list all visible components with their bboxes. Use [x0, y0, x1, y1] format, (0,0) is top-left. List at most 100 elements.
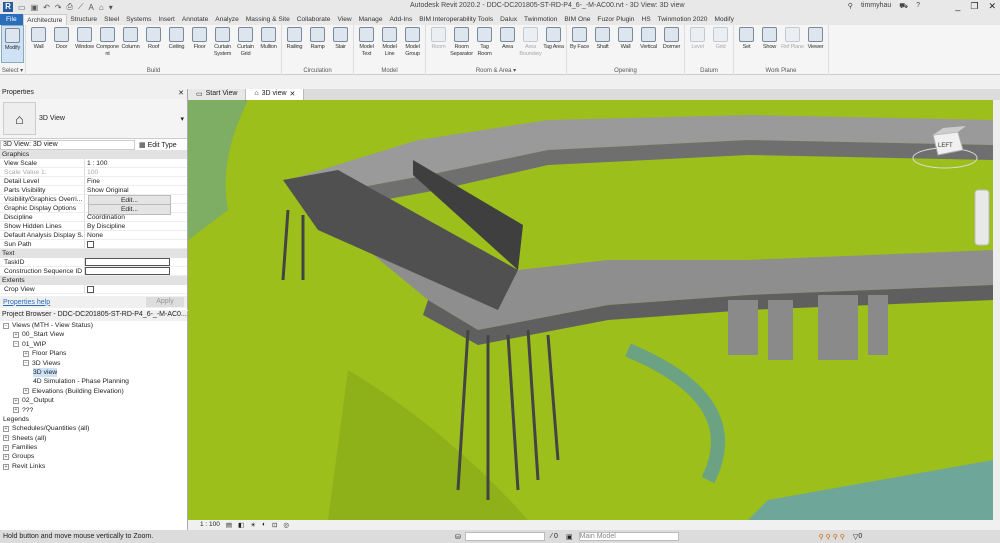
tree-item[interactable]: + Families: [0, 443, 187, 452]
crop-view-icon[interactable]: ⊡: [272, 521, 277, 529]
tab-steel[interactable]: Steel: [101, 14, 123, 25]
property-value[interactable]: Show Original: [85, 186, 170, 194]
close-icon[interactable]: ✕: [178, 89, 184, 99]
tab-file[interactable]: File: [0, 14, 23, 25]
edit-type-button[interactable]: ▦ Edit Type: [139, 141, 177, 149]
3d-view-icon[interactable]: ⌂: [99, 3, 104, 12]
tab-systems[interactable]: Systems: [123, 14, 155, 25]
tab-structure[interactable]: Structure: [67, 14, 101, 25]
workset-dropdown[interactable]: [464, 532, 545, 541]
detail-level-icon[interactable]: ▤: [226, 521, 232, 529]
property-value[interactable]: By Discipline: [85, 222, 170, 230]
property-value[interactable]: Coordination: [85, 213, 170, 221]
property-value[interactable]: [85, 285, 170, 293]
panel-label[interactable]: Room & Area ▾: [426, 67, 566, 74]
tree-item[interactable]: + Groups: [0, 452, 187, 461]
viewport-scrollbar[interactable]: [993, 100, 1000, 520]
print-icon[interactable]: ⎙: [67, 2, 73, 12]
expand-icon[interactable]: +: [3, 425, 9, 432]
tab-fuzor-plugin[interactable]: Fuzor Plugin: [594, 14, 638, 25]
expand-icon[interactable]: +: [13, 332, 19, 339]
tab-annotate[interactable]: Annotate: [178, 14, 211, 25]
sun-path-icon[interactable]: ☀: [250, 521, 256, 529]
collapse-icon[interactable]: −: [3, 322, 9, 329]
design-option-dropdown[interactable]: Main Model: [578, 532, 679, 541]
design-options-icon[interactable]: ▣: [566, 533, 573, 541]
tree-item[interactable]: − Views (MTH - View Status): [0, 321, 187, 330]
property-value[interactable]: [85, 267, 170, 275]
tab-manage[interactable]: Manage: [355, 14, 386, 25]
tab-twinmotion-2020[interactable]: Twinmotion 2020: [654, 14, 711, 25]
tab-insert[interactable]: Insert: [155, 14, 179, 25]
tree-item[interactable]: +00_Start View: [0, 330, 187, 339]
filter-icon[interactable]: ⁄: [551, 533, 552, 540]
restore-button[interactable]: ❐: [970, 1, 978, 12]
minimize-button[interactable]: _: [955, 1, 960, 12]
expand-icon[interactable]: +: [3, 454, 9, 461]
tree-item[interactable]: Legends: [0, 415, 187, 424]
modify-button[interactable]: Modify: [1, 25, 24, 63]
shadows-icon[interactable]: ◐: [262, 521, 266, 528]
tree-item[interactable]: −3D Views: [0, 359, 187, 368]
open-icon[interactable]: ▭: [18, 3, 26, 12]
close-icon[interactable]: ✕: [290, 90, 296, 99]
tree-item[interactable]: −01_WIP: [0, 340, 187, 349]
save-icon[interactable]: ▣: [31, 3, 39, 12]
info-icon[interactable]: ⚲: [848, 2, 853, 11]
tab-dalux[interactable]: Dalux: [497, 14, 521, 25]
collapse-icon[interactable]: −: [23, 360, 29, 367]
panel-label[interactable]: Select ▾: [0, 67, 25, 74]
tab-bim-one[interactable]: BIM One: [561, 14, 594, 25]
tree-item[interactable]: +02_Output: [0, 396, 187, 405]
property-value[interactable]: [85, 240, 170, 248]
tree-item[interactable]: 4D Simulation - Phase Planning: [0, 377, 187, 386]
customize-icon[interactable]: ▾: [109, 3, 113, 12]
group-graphics[interactable]: Graphics: [0, 150, 187, 159]
viewcube-face-label[interactable]: LEFT: [938, 143, 953, 149]
chevron-down-icon[interactable]: ▾: [180, 115, 184, 123]
tab-hs[interactable]: HS: [638, 14, 654, 25]
property-value[interactable]: Edit...: [85, 195, 171, 206]
properties-help-link[interactable]: Properties help: [3, 299, 50, 306]
help-icon[interactable]: ?: [916, 2, 920, 11]
tree-item[interactable]: +???: [0, 406, 187, 415]
tree-item[interactable]: + Floor Plans: [0, 349, 187, 358]
selection-icons[interactable]: ⚲ ⚲ ⚲ ⚲: [819, 533, 845, 541]
checkbox[interactable]: [87, 286, 94, 293]
property-value[interactable]: 1 : 100: [85, 159, 170, 167]
property-value[interactable]: Fine: [85, 177, 170, 185]
tab-collaborate[interactable]: Collaborate: [293, 14, 334, 25]
visual-style-icon[interactable]: ◧: [238, 521, 244, 529]
tab-modify[interactable]: Modify: [711, 14, 737, 25]
tab-twinmotion[interactable]: Twinmotion: [521, 14, 561, 25]
tree-item[interactable]: 3D view: [0, 367, 187, 378]
tab-massing-site[interactable]: Massing & Site: [242, 14, 293, 25]
navigation-bar[interactable]: [974, 189, 990, 246]
property-value[interactable]: None: [85, 231, 170, 239]
group-text[interactable]: Text: [0, 249, 187, 258]
tree-item[interactable]: + Sheets (all): [0, 434, 187, 443]
worksets-icon[interactable]: ⛁: [455, 533, 461, 541]
tree-item[interactable]: + Elevations (Building Elevation): [0, 387, 187, 396]
undo-icon[interactable]: ↶: [43, 3, 50, 12]
expand-icon[interactable]: +: [13, 407, 19, 414]
tab-architecture[interactable]: Architecture: [22, 14, 67, 25]
revit-logo[interactable]: R: [3, 2, 13, 12]
cart-icon[interactable]: ⛟: [899, 2, 908, 11]
expand-icon[interactable]: +: [23, 388, 29, 395]
expand-icon[interactable]: +: [3, 435, 9, 442]
apply-button[interactable]: Apply: [146, 297, 184, 307]
expand-icon[interactable]: +: [23, 350, 29, 357]
text-icon[interactable]: A: [89, 3, 94, 12]
temporary-hide-icon[interactable]: ◎: [283, 521, 289, 529]
checkbox[interactable]: [87, 241, 94, 248]
expand-icon[interactable]: +: [3, 444, 9, 451]
close-button[interactable]: ✕: [988, 1, 996, 12]
redo-icon[interactable]: ↷: [55, 3, 62, 12]
view-scale[interactable]: 1 : 100: [200, 521, 220, 528]
tab-add-ins[interactable]: Add-Ins: [386, 14, 416, 25]
type-selector[interactable]: ⌂ 3D View ▾: [0, 99, 187, 139]
measure-icon[interactable]: ⟋: [78, 2, 84, 12]
tab-3d-view[interactable]: ⌂ 3D view ✕: [246, 89, 305, 100]
collapse-icon[interactable]: −: [13, 341, 19, 348]
